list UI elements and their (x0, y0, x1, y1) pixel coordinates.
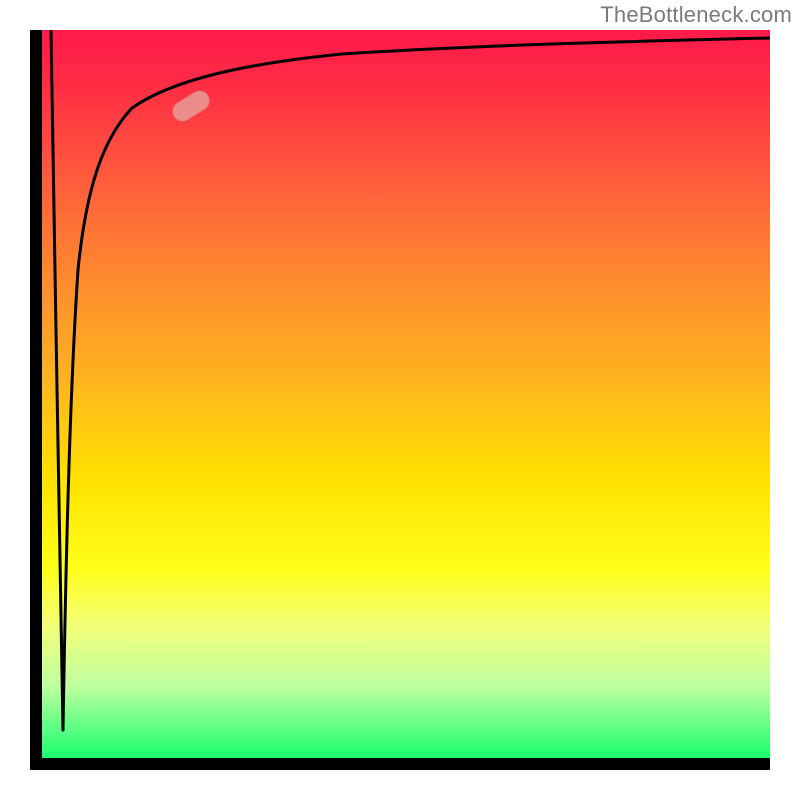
curve-layer (42, 30, 770, 758)
chart-canvas: TheBottleneck.com (0, 0, 800, 800)
curve-marker-pill (169, 87, 214, 125)
plot-frame (30, 30, 770, 770)
curve-spike (51, 30, 63, 730)
attribution-label: TheBottleneck.com (600, 2, 792, 28)
plot-gradient-area (42, 30, 770, 758)
curve-saturating (63, 38, 770, 730)
